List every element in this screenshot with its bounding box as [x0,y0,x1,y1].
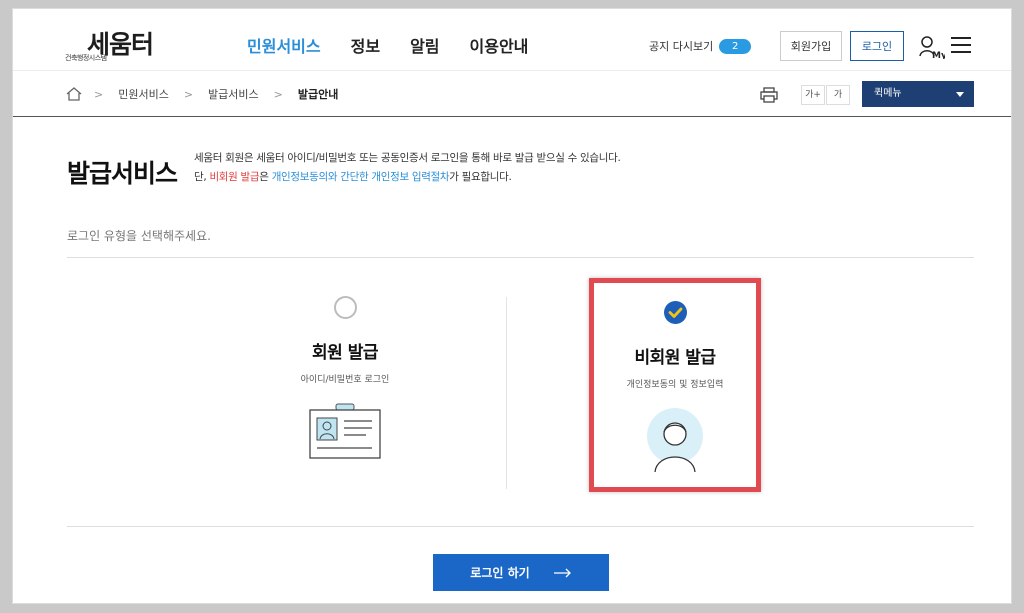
login-submit-button[interactable]: 로그인 하기 [433,554,609,591]
nav-item-info[interactable]: 정보 [351,33,380,57]
notice-replay-label: 공지 다시보기 [649,40,714,53]
breadcrumb-item-civil[interactable]: 민원서비스 [118,86,169,102]
arrow-right-icon [553,568,571,577]
nav-item-guide[interactable]: 이용안내 [470,33,529,57]
non-member-issue-title: 비회원 발급 [634,348,716,368]
quick-menu-dropdown[interactable]: 퀵메뉴 [862,81,974,107]
radio-checked-icon[interactable] [663,301,687,324]
breadcrumb-item-current: 발급안내 [297,88,339,101]
caret-down-icon [956,92,964,97]
quick-menu-label: 퀵메뉴 [874,88,902,99]
notice-count-badge: 2 [719,38,752,54]
checkmark-icon [668,307,682,318]
print-icon[interactable] [760,87,778,103]
breadcrumb-item-issue-service[interactable]: 발급서비스 [208,86,259,102]
member-issue-option[interactable]: 회원 발급 아이디/비밀번호 로그인 [245,296,445,476]
person-icon [647,408,703,473]
main-nav: 민원서비스 정보 알림 이용안내 [247,33,558,57]
member-issue-title: 회원 발급 [312,343,378,363]
login-submit-label: 로그인 하기 [470,566,530,580]
chevron-right-icon: > [273,87,283,101]
breadcrumb-bar: > 민원서비스 > 발급서비스 > 발급안내 가+ 가 퀵메뉴 [13,71,1011,117]
nav-item-notice[interactable]: 알림 [410,33,439,57]
site-logo[interactable]: 세움터 건축행정시스템 [65,25,175,62]
svg-text:My: My [932,51,945,59]
privacy-consent-highlight: 개인정보동의와 간단한 개인정보 입력절차 [271,171,450,183]
nav-item-civil-service[interactable]: 민원서비스 [247,33,321,57]
page-title: 발급서비스 [67,159,178,188]
join-button[interactable]: 회원가입 [780,31,842,61]
hamburger-menu-icon[interactable] [951,37,971,53]
my-page-icon[interactable]: My [919,35,945,59]
radio-unchecked-icon[interactable] [333,296,357,319]
site-header: 세움터 건축행정시스템 민원서비스 정보 알림 이용안내 공지 다시보기 2 회… [13,9,1011,71]
notice-replay[interactable]: 공지 다시보기 2 [649,38,752,54]
login-header-button[interactable]: 로그인 [850,31,904,61]
font-size-up-button[interactable]: 가+ [801,85,825,105]
divider [67,257,974,258]
login-type-prompt: 로그인 유형을 선택해주세요. [67,229,211,243]
non-member-issue-subtitle: 개인정보동의 및 정보입력 [626,380,724,390]
id-card-icon [309,403,381,459]
chevron-right-icon: > [183,87,194,101]
home-icon[interactable] [66,87,82,101]
divider [67,526,974,527]
member-issue-subtitle: 아이디/비밀번호 로그인 [300,375,390,385]
non-member-highlight: 비회원 발급 [209,171,260,183]
description-line-2: 단, 비회원 발급은 개인정보동의와 간단한 개인정보 입력절차가 필요합니다. [194,171,512,183]
chevron-right-icon: > [94,87,104,101]
non-member-issue-option[interactable]: 비회원 발급 개인정보동의 및 정보입력 [589,278,761,492]
page-frame: 세움터 건축행정시스템 민원서비스 정보 알림 이용안내 공지 다시보기 2 회… [12,8,1012,604]
description-line-1: 세움터 회원은 세움터 아이디/비밀번호 또는 공동인증서 로그인을 통해 바로… [194,152,621,164]
page-description: 세움터 회원은 세움터 아이디/비밀번호 또는 공동인증서 로그인을 통해 바로… [194,149,621,187]
logo-subtitle: 건축행정시스템 [65,54,107,62]
font-size-down-button[interactable]: 가 [826,85,850,105]
breadcrumb: > 민원서비스 > 발급서비스 > 발급안내 [94,86,338,102]
vertical-divider [506,297,507,489]
